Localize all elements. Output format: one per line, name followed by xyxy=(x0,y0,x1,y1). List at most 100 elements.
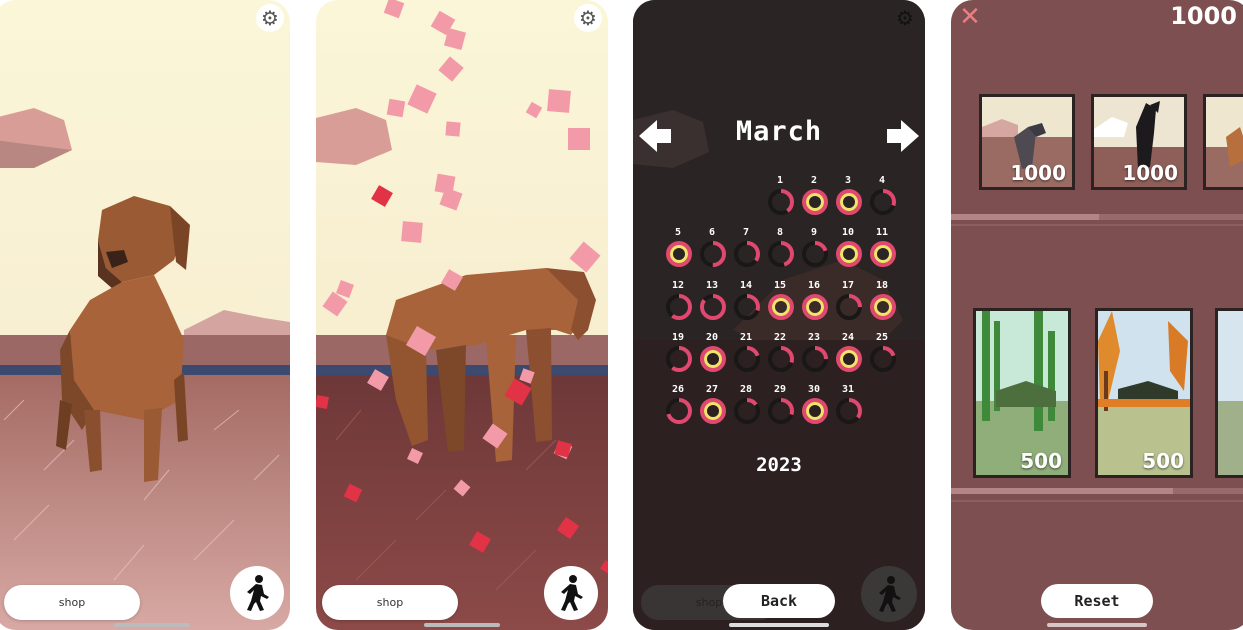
calendar-day[interactable]: 4 xyxy=(867,175,897,221)
calendar-day[interactable]: 28 xyxy=(731,384,761,430)
calendar-day[interactable]: 27 xyxy=(697,384,727,430)
calendar-day[interactable]: 24 xyxy=(833,332,863,378)
shop-item-dog-2[interactable]: 1000 xyxy=(1091,94,1187,190)
day-progress-ring xyxy=(836,398,862,424)
day-progress-ring xyxy=(836,189,862,215)
shop-item-dog-1[interactable]: 1000 xyxy=(979,94,1075,190)
calendar-day-number: 10 xyxy=(841,227,855,238)
screen-petals: ⚙ shop xyxy=(316,0,608,630)
calendar-day[interactable]: 10 xyxy=(833,227,863,273)
day-progress-ring xyxy=(700,398,726,424)
calendar-day[interactable]: 31 xyxy=(833,384,863,430)
day-progress-ring xyxy=(836,346,862,372)
calendar-day[interactable]: 20 xyxy=(697,332,727,378)
coin-balance: 1000 xyxy=(1170,2,1237,30)
dog-row-scrollbar[interactable] xyxy=(951,214,1243,220)
calendar-day[interactable]: 17 xyxy=(833,280,863,326)
calendar-day[interactable]: 14 xyxy=(731,280,761,326)
calendar-day[interactable]: 30 xyxy=(799,384,829,430)
calendar-day[interactable]: 23 xyxy=(799,332,829,378)
calendar-day[interactable]: 3 xyxy=(833,175,863,221)
calendar-day[interactable]: 12 xyxy=(663,280,693,326)
day-progress-ring xyxy=(700,294,726,320)
calendar-day[interactable]: 29 xyxy=(765,384,795,430)
home-indicator xyxy=(424,623,500,627)
calendar-day-number: 31 xyxy=(841,384,855,395)
close-icon[interactable]: ✕ xyxy=(957,4,983,30)
calendar-day[interactable]: 15 xyxy=(765,280,795,326)
calendar-day[interactable]: 5 xyxy=(663,227,693,273)
scrollbar-thumb[interactable] xyxy=(951,488,1173,494)
scene-row-scrollbar[interactable] xyxy=(951,488,1243,494)
day-progress-ring xyxy=(836,241,862,267)
calendar-day[interactable]: 19 xyxy=(663,332,693,378)
section-divider xyxy=(951,500,1243,502)
calendar-day[interactable]: 21 xyxy=(731,332,761,378)
calendar-day-number: 26 xyxy=(671,384,685,395)
settings-gear-icon[interactable]: ⚙ xyxy=(891,4,919,32)
shop-item-scene-autumn[interactable]: 500 xyxy=(1095,308,1193,478)
calendar-day[interactable]: 18 xyxy=(867,280,897,326)
calendar-day[interactable]: 26 xyxy=(663,384,693,430)
dog-scene-illustration xyxy=(0,0,290,630)
day-progress-ring xyxy=(802,398,828,424)
day-progress-ring xyxy=(870,189,896,215)
day-progress-ring xyxy=(768,346,794,372)
calendar-day-number: 9 xyxy=(810,227,818,238)
calendar-day[interactable]: 8 xyxy=(765,227,795,273)
calendar-day-number: 21 xyxy=(739,332,753,343)
calendar-year: 2023 xyxy=(756,454,802,476)
calendar-day-number: 22 xyxy=(773,332,787,343)
home-indicator xyxy=(1047,623,1147,627)
calendar-day-number: 25 xyxy=(875,332,889,343)
calendar-day[interactable]: 11 xyxy=(867,227,897,273)
settings-gear-icon[interactable]: ⚙ xyxy=(256,4,284,32)
walking-person-icon xyxy=(247,575,269,611)
calendar-day-number: 19 xyxy=(671,332,685,343)
day-progress-ring xyxy=(734,346,760,372)
scene-thumbnail-3 xyxy=(1218,311,1243,475)
calendar-day-number: 29 xyxy=(773,384,787,395)
home-indicator xyxy=(729,623,829,627)
day-progress-ring xyxy=(768,241,794,267)
next-month-arrow-icon[interactable] xyxy=(885,118,921,154)
calendar-day[interactable]: 16 xyxy=(799,280,829,326)
day-progress-ring xyxy=(666,398,692,424)
shop-button[interactable]: shop xyxy=(4,585,140,620)
walking-person-icon xyxy=(561,575,583,611)
calendar-day-number: 20 xyxy=(705,332,719,343)
calendar-day-number: 8 xyxy=(776,227,784,238)
shop-item-dog-3[interactable] xyxy=(1203,94,1243,190)
settings-gear-icon[interactable]: ⚙ xyxy=(574,4,602,32)
item-price: 1000 xyxy=(1010,161,1066,185)
shop-item-scene-bamboo[interactable]: 500 xyxy=(973,308,1071,478)
calendar-day[interactable]: 1 xyxy=(765,175,795,221)
reset-button[interactable]: Reset xyxy=(1041,584,1153,618)
day-progress-ring xyxy=(870,241,896,267)
dog-petals-illustration xyxy=(316,0,608,630)
calendar-day-number: 18 xyxy=(875,280,889,291)
calendar-day[interactable]: 13 xyxy=(697,280,727,326)
walk-button[interactable] xyxy=(230,566,284,620)
shop-button[interactable]: shop xyxy=(322,585,458,620)
screen-calendar: ⚙ March 1 2 3 4 5 6 7 8 9 10 11 12 13 14 15 16 17 18 19 20 2… xyxy=(633,0,925,630)
calendar-day[interactable]: 7 xyxy=(731,227,761,273)
calendar-day[interactable]: 9 xyxy=(799,227,829,273)
walk-button[interactable] xyxy=(544,566,598,620)
section-divider xyxy=(951,224,1243,226)
day-progress-ring xyxy=(768,294,794,320)
calendar-day-number: 30 xyxy=(807,384,821,395)
back-button[interactable]: Back xyxy=(723,584,835,618)
calendar-day[interactable]: 25 xyxy=(867,332,897,378)
day-progress-ring xyxy=(802,189,828,215)
shop-item-scene-3[interactable] xyxy=(1215,308,1243,478)
day-progress-ring xyxy=(768,398,794,424)
calendar-day[interactable]: 6 xyxy=(697,227,727,273)
calendar-month-title: March xyxy=(735,116,823,147)
calendar-day[interactable]: 22 xyxy=(765,332,795,378)
item-price: 1000 xyxy=(1122,161,1178,185)
calendar-day-number: 3 xyxy=(844,175,852,186)
scrollbar-thumb[interactable] xyxy=(951,214,1099,220)
day-progress-ring xyxy=(802,241,828,267)
calendar-day[interactable]: 2 xyxy=(799,175,829,221)
